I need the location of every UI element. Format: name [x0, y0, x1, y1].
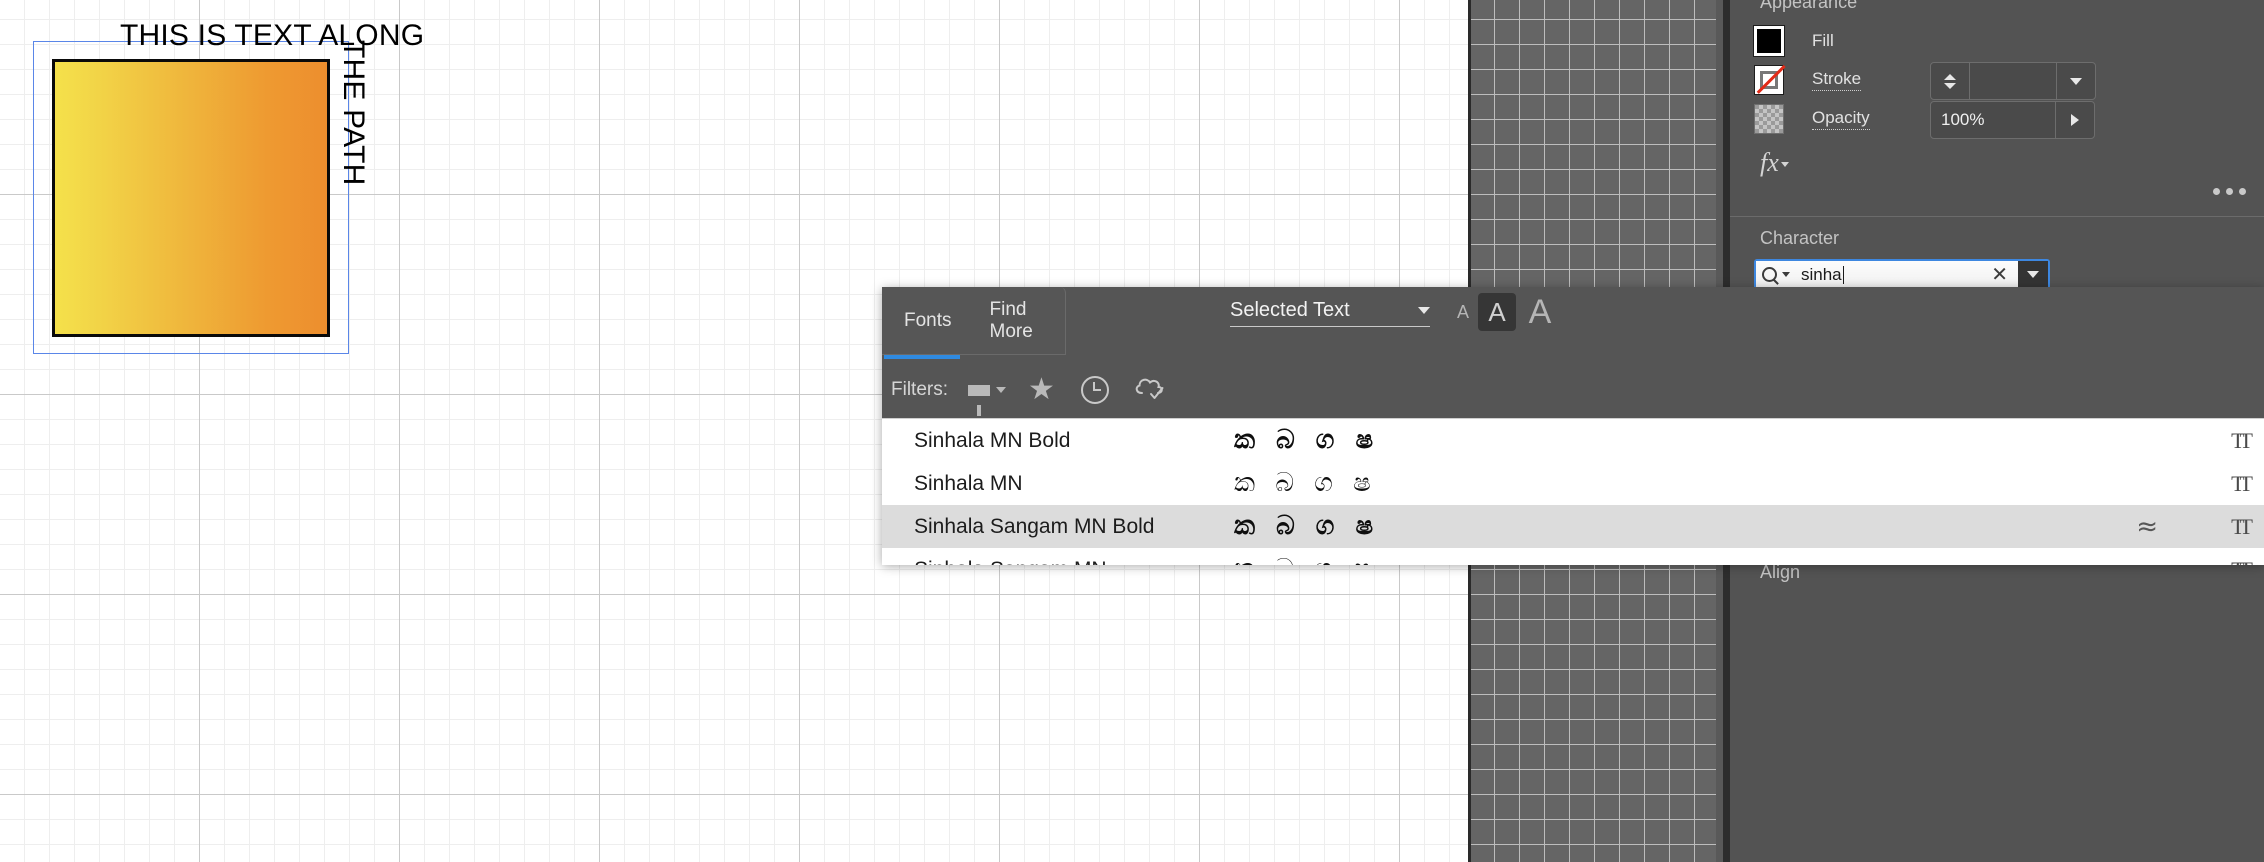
- font-name-label: Sinhala Sangam MN Bold: [914, 514, 1155, 538]
- font-list-row[interactable]: Sinhala Sangam MN Bold ක බ ග ෂ ≈ TT: [882, 505, 2264, 548]
- truetype-format-icon: TT: [2231, 427, 2253, 453]
- font-list-row[interactable]: Sinhala Sangam MN ක බ ග ෂ TT: [882, 548, 2264, 565]
- font-sample-preview: ක බ ග ෂ: [1234, 554, 1377, 565]
- chevron-right-icon: [2071, 114, 2079, 126]
- align-section-title: Align: [1760, 562, 1801, 582]
- font-list-dropdown-button[interactable]: [2018, 261, 2048, 288]
- cloud-check-svg: [1135, 378, 1164, 399]
- font-filters-bar: Filters: ★: [882, 363, 2264, 417]
- clock-icon[interactable]: [1080, 376, 1109, 404]
- stroke-color-swatch[interactable]: [1754, 64, 1786, 95]
- tab-fonts[interactable]: Fonts: [904, 310, 952, 332]
- font-list-row[interactable]: Sinhala MN Bold ක බ ග ෂ TT: [882, 419, 2264, 462]
- search-icon: [1762, 267, 1777, 282]
- fill-color-swatch[interactable]: [1753, 25, 1785, 57]
- chevron-down-icon: [2027, 271, 2039, 278]
- font-result-list[interactable]: Sinhala MN Bold ක බ ග ෂ TT Sinhala MN ක බ ග …: [882, 418, 2264, 565]
- font-sample-preview: ක බ ග ෂ: [1234, 511, 1380, 541]
- opacity-label[interactable]: Opacity: [1812, 108, 1870, 130]
- font-search-input-area[interactable]: sinha ✕: [1756, 261, 2018, 288]
- chevron-down-icon[interactable]: [1944, 82, 1956, 89]
- ellipsis-dot: [2213, 188, 2220, 195]
- clear-search-icon[interactable]: ✕: [1991, 265, 2008, 285]
- preview-size-large-button[interactable]: A: [1520, 293, 1560, 331]
- funnel-icon: [968, 384, 990, 416]
- path-text-side-segment[interactable]: THE PATH: [336, 40, 370, 186]
- fill-label: Fill: [1812, 31, 1834, 50]
- character-section-title: Character: [1760, 228, 1840, 248]
- opacity-value[interactable]: 100%: [1931, 102, 2055, 138]
- appearance-more-options-button[interactable]: [2213, 188, 2246, 195]
- chevron-down-icon[interactable]: [1782, 272, 1790, 277]
- effects-fx-button[interactable]: fx: [1760, 148, 1789, 178]
- funnel-filter-button[interactable]: [968, 384, 1006, 416]
- cloud-check-icon[interactable]: [1133, 375, 1167, 406]
- font-picker-popover: Fonts Find More Filters: ★ Selected Text: [882, 287, 2264, 565]
- active-tab-indicator: [884, 355, 960, 359]
- path-text-top-segment[interactable]: THIS IS TEXT ALONG: [120, 19, 424, 53]
- font-name-label: Sinhala MN Bold: [914, 428, 1071, 452]
- chevron-up-icon[interactable]: [1944, 73, 1956, 80]
- font-sample-preview: ක බ ග ෂ: [1234, 425, 1380, 455]
- font-name-label: Sinhala Sangam MN: [914, 558, 1107, 566]
- font-search-value: sinha: [1801, 264, 1842, 284]
- stroke-label[interactable]: Stroke: [1812, 69, 1862, 91]
- preview-size-buttons: A A A: [1448, 293, 1560, 331]
- ellipsis-dot: [2239, 188, 2246, 195]
- fill-row[interactable]: Fill: [1753, 25, 1834, 57]
- chevron-down-icon: [996, 387, 1006, 393]
- opacity-field[interactable]: 100%: [1930, 101, 2095, 139]
- font-name-label: Sinhala MN: [914, 471, 1023, 495]
- stroke-weight-value[interactable]: [1970, 63, 2056, 99]
- font-scope-label: Selected Text: [1230, 299, 1350, 321]
- star-icon[interactable]: ★: [1028, 375, 1055, 405]
- font-search-field[interactable]: sinha ✕: [1754, 259, 2050, 290]
- stroke-weight-field[interactable]: [1930, 62, 2096, 100]
- filters-label: Filters:: [891, 379, 948, 400]
- truetype-format-icon: TT: [2231, 557, 2253, 566]
- stroke-weight-dropdown[interactable]: [2056, 63, 2095, 99]
- fx-label: fx: [1760, 148, 1779, 177]
- section-divider: [1730, 216, 2264, 217]
- ellipsis-dot: [2226, 188, 2233, 195]
- opacity-row[interactable]: Opacity: [1754, 104, 1870, 134]
- font-scope-dropdown[interactable]: Selected Text: [1230, 299, 1430, 327]
- stroke-weight-spinner[interactable]: [1931, 63, 1970, 99]
- tab-find-more[interactable]: Find More: [990, 299, 1065, 343]
- truetype-format-icon: TT: [2231, 470, 2253, 496]
- font-sample-preview: ක බ ග ෂ: [1234, 468, 1377, 498]
- gradient-rectangle-artwork[interactable]: [52, 59, 330, 337]
- stroke-row[interactable]: Stroke: [1754, 64, 1862, 95]
- search-icon-group[interactable]: [1762, 267, 1790, 282]
- caret-down-icon: [1780, 162, 1789, 167]
- chevron-down-icon: [2070, 77, 2082, 85]
- opacity-options-button[interactable]: [2055, 102, 2094, 138]
- opacity-checker-swatch[interactable]: [1754, 104, 1784, 134]
- font-list-row[interactable]: Sinhala MN ක බ ග ෂ TT: [882, 462, 2264, 505]
- preview-size-medium-button[interactable]: A: [1478, 293, 1516, 331]
- preview-size-small-button[interactable]: A: [1448, 293, 1478, 331]
- chevron-down-icon: [1418, 307, 1430, 314]
- text-cursor: [1842, 265, 1844, 284]
- truetype-format-icon: TT: [2231, 513, 2253, 539]
- appearance-section-title: Appearance: [1760, 0, 1858, 12]
- app-window: THIS IS TEXT ALONG THE PATH Appearance F…: [0, 0, 2264, 862]
- variable-font-icon: ≈: [2136, 511, 2158, 542]
- font-picker-tabs: Fonts Find More: [882, 287, 1066, 355]
